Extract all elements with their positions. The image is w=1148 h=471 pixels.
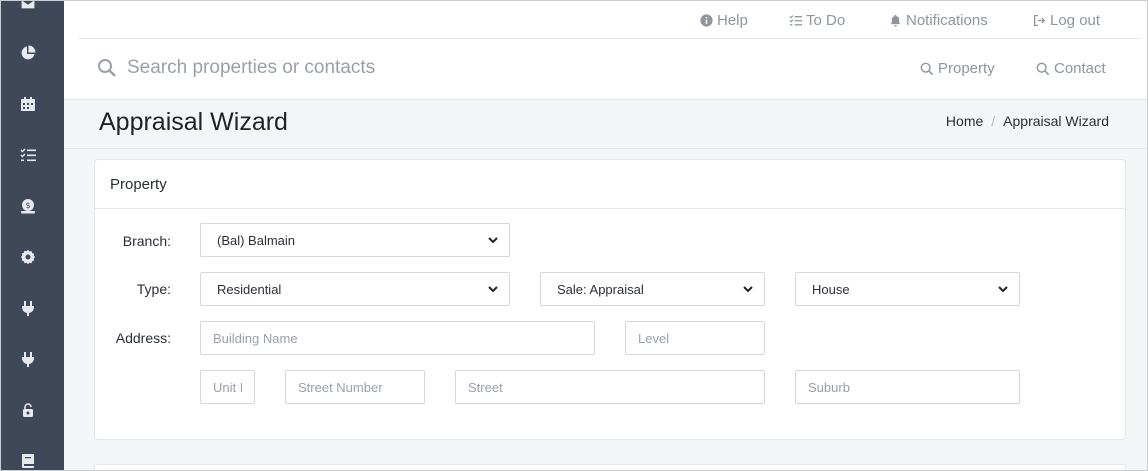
property-search-label: Property: [938, 60, 995, 77]
breadcrumb-separator: /: [991, 113, 996, 129]
branch-label: Branch:: [122, 233, 171, 249]
logout-label: Log out: [1050, 11, 1101, 29]
info-icon: [700, 13, 713, 27]
bell-icon: [890, 14, 901, 26]
sidebar: $: [1, 1, 64, 470]
chevron-down-icon: [488, 286, 498, 293]
building-name-input[interactable]: [200, 321, 595, 355]
type-label: Type:: [136, 281, 171, 297]
search-icon: [98, 59, 116, 77]
street-number-input[interactable]: [285, 370, 425, 404]
checklist-icon[interactable]: [17, 144, 39, 166]
mail-icon[interactable]: [17, 1, 39, 15]
level-input[interactable]: [625, 321, 765, 355]
type-select[interactable]: Residential: [200, 272, 510, 306]
app-window: $ Help To Do Notifications Log out Searc…: [0, 0, 1148, 471]
contact-search-button[interactable]: Contact: [1036, 60, 1106, 77]
notifications-label: Notifications: [906, 11, 988, 29]
book-icon[interactable]: [17, 450, 39, 470]
plug-icon[interactable]: [17, 348, 39, 370]
breadcrumb: Home / Appraisal Wizard: [946, 113, 1109, 129]
todo-link[interactable]: To Do: [789, 10, 845, 30]
street-input[interactable]: [455, 370, 765, 404]
next-card: [94, 464, 1126, 470]
chevron-down-icon: [488, 237, 498, 244]
branch-value: (Bal) Balmain: [217, 232, 296, 248]
help-label: Help: [717, 11, 748, 29]
checklist-icon: [789, 14, 802, 25]
pie-chart-icon[interactable]: [17, 42, 39, 64]
global-search: [97, 57, 627, 79]
top-header: Help To Do Notifications Log out Propert…: [64, 1, 1147, 100]
chevron-down-icon: [743, 286, 753, 293]
page-title: Appraisal Wizard: [99, 108, 288, 136]
calendar-icon[interactable]: [17, 93, 39, 115]
type-value: Residential: [217, 281, 282, 297]
money-icon[interactable]: $: [17, 195, 39, 217]
help-link[interactable]: Help: [700, 10, 748, 30]
todo-label: To Do: [806, 11, 846, 29]
plug-icon[interactable]: [17, 297, 39, 319]
address-label: Address:: [115, 330, 171, 346]
header-divider: [79, 38, 1141, 39]
unit-input[interactable]: [200, 370, 255, 404]
search-icon: [1036, 62, 1050, 75]
branch-select[interactable]: (Bal) Balmain: [200, 223, 510, 257]
chevron-down-icon: [998, 286, 1008, 293]
contact-search-label: Contact: [1054, 60, 1106, 77]
breadcrumb-current: Appraisal Wizard: [1003, 113, 1109, 129]
logout-link[interactable]: Log out: [1033, 10, 1100, 30]
notifications-link[interactable]: Notifications: [889, 10, 988, 30]
category-value: House: [812, 281, 850, 297]
category-select[interactable]: House: [795, 272, 1020, 306]
search-icon: [920, 62, 934, 75]
title-divider: [64, 148, 1147, 149]
suburb-input[interactable]: [795, 370, 1020, 404]
sale-type-select[interactable]: Sale: Appraisal: [540, 272, 765, 306]
logout-icon: [1033, 14, 1046, 26]
breadcrumb-home[interactable]: Home: [946, 113, 983, 129]
card-title: Property: [95, 160, 1125, 209]
gear-icon[interactable]: [17, 246, 39, 268]
property-card: Property Branch: (Bal) Balmain Type: Res…: [94, 159, 1126, 440]
lock-icon[interactable]: [17, 399, 39, 421]
search-input[interactable]: [127, 57, 627, 79]
sale-type-value: Sale: Appraisal: [557, 281, 644, 297]
svg-text:$: $: [25, 201, 30, 210]
property-search-button[interactable]: Property: [920, 60, 995, 77]
